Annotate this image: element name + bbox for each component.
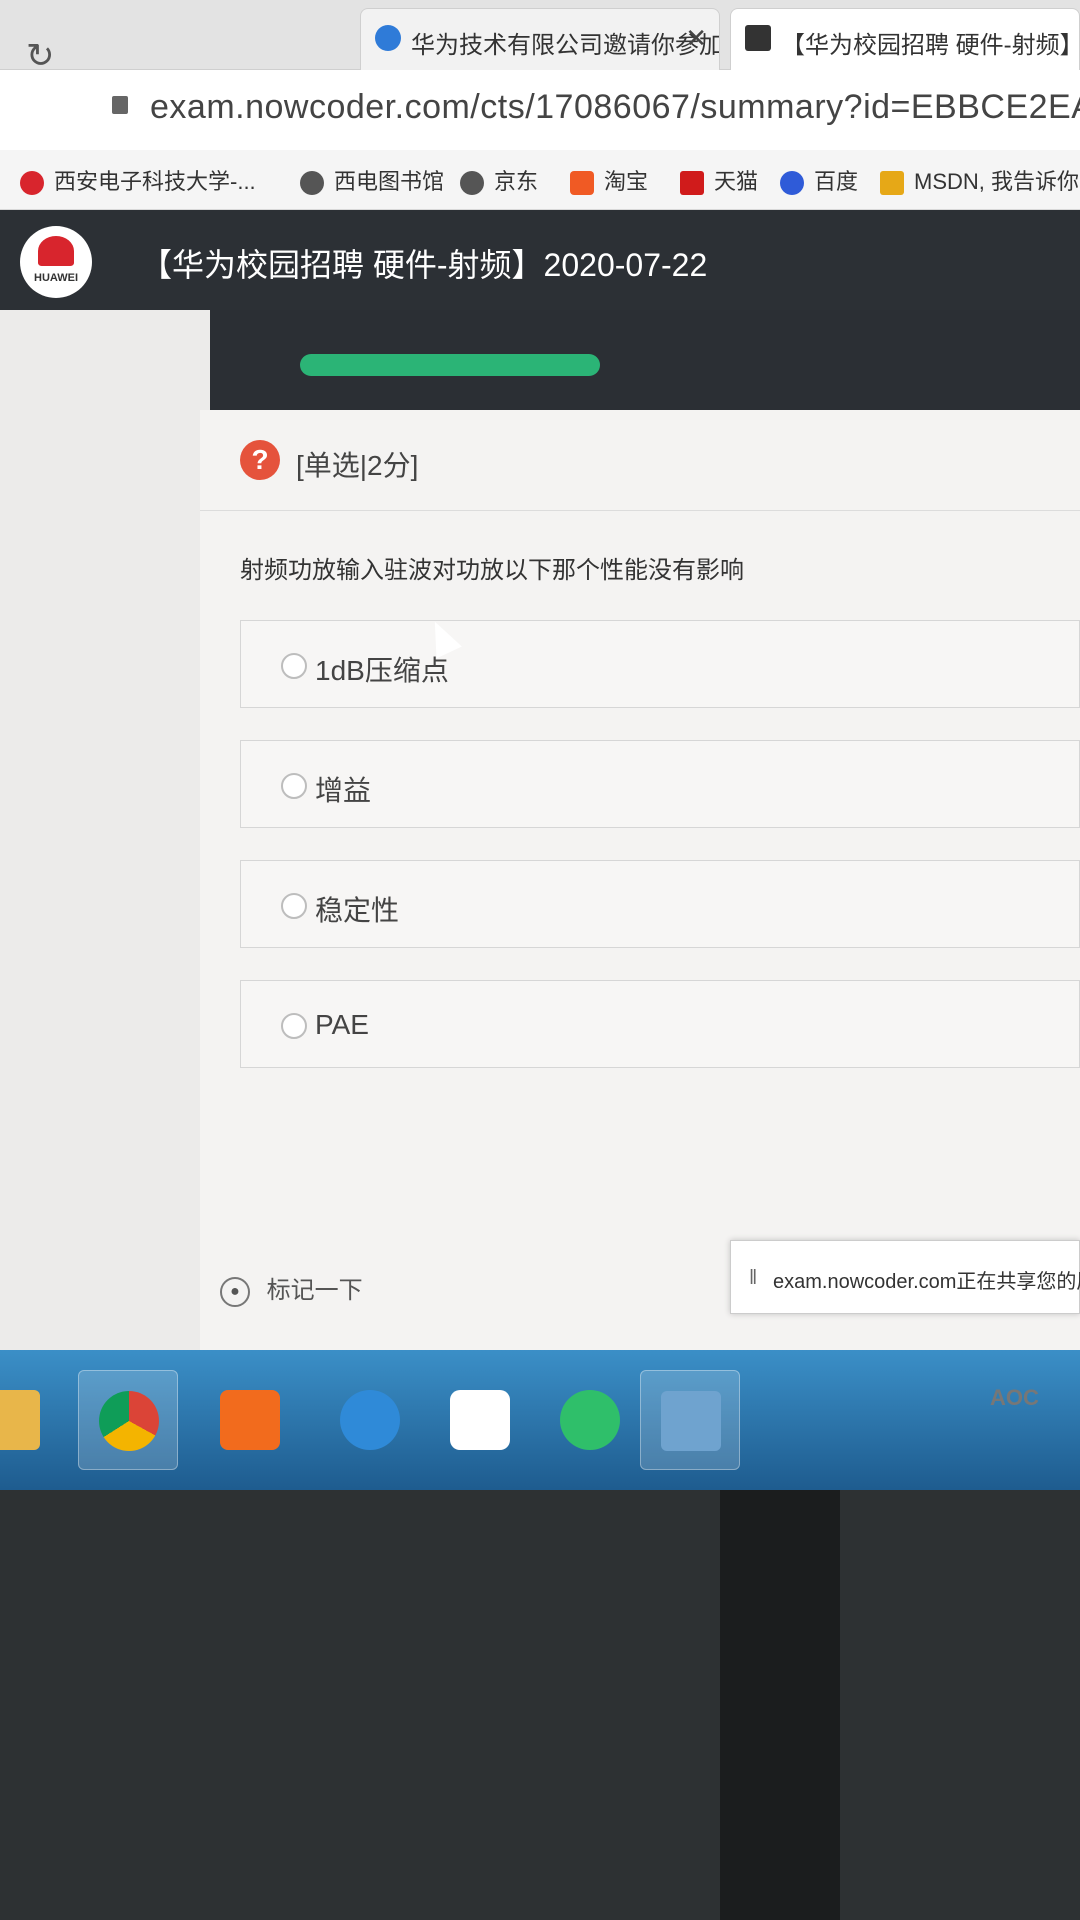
close-icon[interactable]: ✕ bbox=[685, 23, 707, 54]
globe-icon bbox=[300, 171, 324, 196]
bookmark-taobao[interactable]: 淘宝 bbox=[570, 164, 648, 196]
tab-favicon-icon bbox=[375, 25, 401, 51]
chrome-icon bbox=[99, 1391, 159, 1451]
mark-label: 标记一下 bbox=[266, 1277, 363, 1304]
folder-icon bbox=[0, 1390, 40, 1450]
mark-question-button[interactable]: ● 标记一下 bbox=[220, 1270, 363, 1307]
share-notice-text: exam.nowcoder.com正在共享您的屏幕。 bbox=[773, 1271, 1080, 1293]
bookmark-baidu[interactable]: 百度 bbox=[780, 164, 858, 196]
progress-fill bbox=[300, 354, 600, 376]
radio-button[interactable] bbox=[281, 653, 307, 679]
option-label: 增益 bbox=[315, 775, 372, 806]
radio-button[interactable] bbox=[281, 1013, 307, 1039]
pin-icon: ● bbox=[220, 1276, 250, 1307]
globe-icon bbox=[460, 171, 484, 196]
divider bbox=[200, 510, 1080, 511]
huawei-logo: HUAWEI bbox=[20, 226, 92, 298]
taskbar-control-panel[interactable] bbox=[640, 1370, 740, 1470]
taobao-icon bbox=[570, 171, 594, 196]
msdn-icon bbox=[880, 171, 904, 196]
taskbar-explorer[interactable] bbox=[0, 1370, 60, 1470]
lock-icon bbox=[112, 96, 128, 114]
monitor-bezel bbox=[0, 1490, 1080, 1920]
progress-bar bbox=[210, 310, 1080, 410]
option-label: 1dB压缩点 bbox=[315, 655, 449, 686]
tmall-icon bbox=[680, 171, 704, 196]
url-text[interactable]: exam.nowcoder.com/cts/17086067/summary?i… bbox=[150, 88, 1080, 127]
taskbar-player[interactable] bbox=[200, 1370, 300, 1470]
tab-label: 【华为校园招聘 硬件-射频】 bbox=[781, 32, 1080, 59]
bookmark-jd[interactable]: 京东 bbox=[460, 164, 538, 196]
exam-title: 【华为校园招聘 硬件-射频】2020-07-22 bbox=[140, 247, 708, 283]
tab-label: 华为技术有限公司邀请你参加在线 bbox=[411, 32, 720, 59]
cloud-drive-icon bbox=[450, 1390, 510, 1450]
monitor-stand bbox=[720, 1490, 840, 1920]
monitor-screen: ↻ 华为技术有限公司邀请你参加在线 ✕ 【华为校园招聘 硬件-射频】 exam.… bbox=[0, 0, 1080, 1490]
option-label: PAE bbox=[315, 1009, 369, 1040]
question-card: ? [单选|2分] 射频功放输入驻波对功放以下那个性能没有影响 1dB压缩点 增… bbox=[200, 410, 1080, 1490]
radio-button[interactable] bbox=[281, 893, 307, 919]
option-1[interactable]: 1dB压缩点 bbox=[240, 620, 1080, 708]
address-bar[interactable]: exam.nowcoder.com/cts/17086067/summary?i… bbox=[0, 70, 1080, 150]
taskbar-baidu-netdisk[interactable] bbox=[430, 1370, 530, 1470]
pause-icon[interactable]: ‖ bbox=[749, 1267, 757, 1290]
huawei-petals-icon bbox=[38, 236, 74, 266]
option-2[interactable]: 增益 bbox=[240, 740, 1080, 828]
bookmark-xidian[interactable]: 西安电子科技大学-... bbox=[20, 164, 256, 196]
screen-share-notice: ‖ exam.nowcoder.com正在共享您的屏幕。 bbox=[730, 1240, 1080, 1314]
tab-favicon-icon bbox=[745, 25, 771, 51]
tab-invitation[interactable]: 华为技术有限公司邀请你参加在线 ✕ bbox=[360, 8, 720, 70]
question-mark-icon: ? bbox=[240, 440, 280, 480]
internet-explorer-icon bbox=[340, 1390, 400, 1450]
tab-exam[interactable]: 【华为校园招聘 硬件-射频】 bbox=[730, 8, 1080, 70]
bookmark-library[interactable]: 西电图书馆 bbox=[300, 164, 444, 196]
option-3[interactable]: 稳定性 bbox=[240, 860, 1080, 948]
bookmarks-bar: 西安电子科技大学-... 西电图书馆 京东 淘宝 天猫 百度 MSDN, 我告诉… bbox=[0, 150, 1080, 210]
bookmark-tmall[interactable]: 天猫 bbox=[680, 164, 758, 196]
question-text: 射频功放输入驻波对功放以下那个性能没有影响 bbox=[240, 557, 744, 584]
radio-button[interactable] bbox=[281, 773, 307, 799]
video-player-icon bbox=[220, 1390, 280, 1450]
monitor-brand: AOC bbox=[990, 1385, 1039, 1410]
question-type: [单选|2分] bbox=[296, 450, 419, 481]
option-4[interactable]: PAE bbox=[240, 980, 1080, 1068]
play-icon bbox=[560, 1390, 620, 1450]
xidian-icon bbox=[20, 171, 44, 196]
control-panel-icon bbox=[661, 1391, 721, 1451]
taskbar-chrome[interactable] bbox=[78, 1370, 178, 1470]
exam-header: HUAWEI 【华为校园招聘 硬件-射频】2020-07-22 bbox=[0, 210, 1080, 310]
option-label: 稳定性 bbox=[315, 895, 400, 926]
browser-tab-bar: ↻ 华为技术有限公司邀请你参加在线 ✕ 【华为校园招聘 硬件-射频】 bbox=[0, 0, 1080, 75]
taskbar-tencent-video[interactable] bbox=[540, 1370, 640, 1470]
bookmark-msdn[interactable]: MSDN, 我告诉你 bbox=[880, 164, 1079, 196]
taskbar-ie[interactable] bbox=[320, 1370, 420, 1470]
taskbar bbox=[0, 1350, 1080, 1490]
logo-text: HUAWEI bbox=[34, 272, 78, 284]
paw-icon bbox=[780, 171, 804, 196]
